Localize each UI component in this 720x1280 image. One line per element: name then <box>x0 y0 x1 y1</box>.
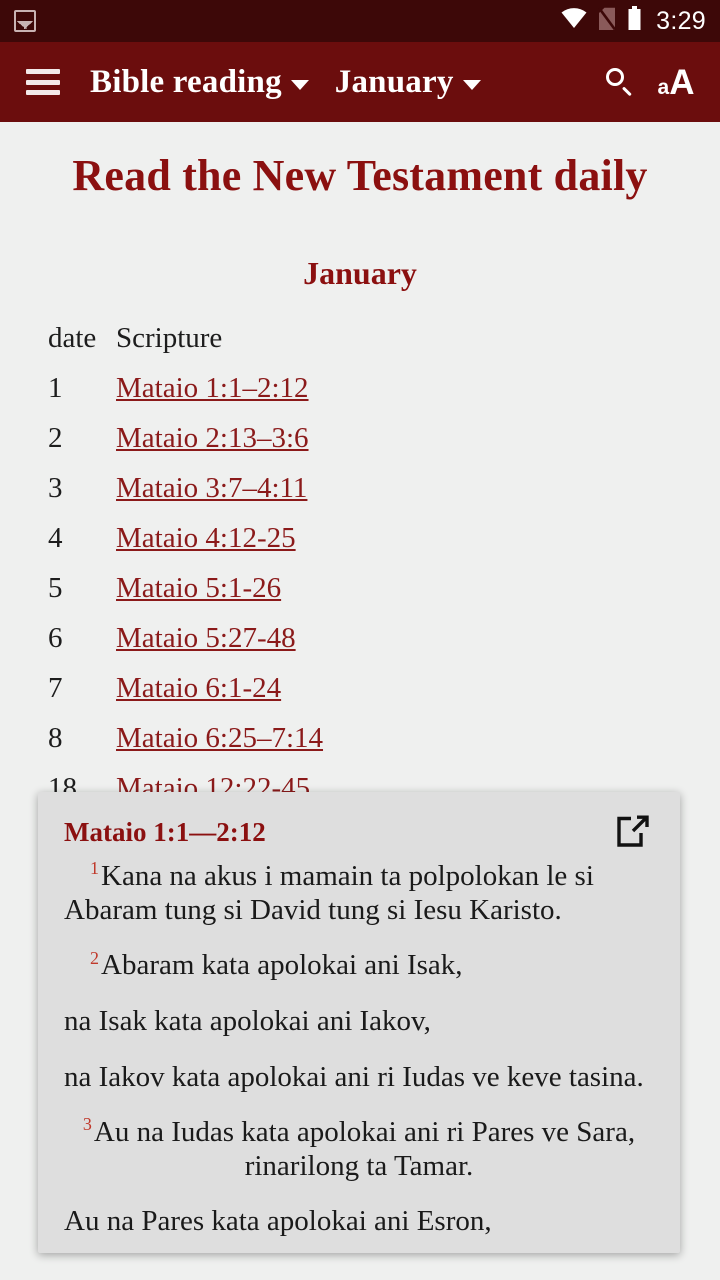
text-size-icon-large-a: A <box>669 62 695 102</box>
text-size-icon: aA <box>658 65 695 100</box>
row-date: 6 <box>48 622 63 655</box>
row-scripture-cell: Mataio 6:1-24 <box>116 664 720 714</box>
table-row: 5 Mataio 5:1-26 <box>0 564 720 614</box>
search-icon <box>605 67 635 97</box>
row-scripture-cell: Mataio 5:27-48 <box>116 614 720 664</box>
table-row: 6 Mataio 5:27-48 <box>0 614 720 664</box>
verse-paragraph: 2Abaram kata apolokai ani Isak, <box>64 949 654 983</box>
verse-number: 2 <box>90 947 99 968</box>
row-scripture-cell: Mataio 6:25–7:14 <box>116 714 720 764</box>
table-body: 1 Mataio 1:1–2:12 2 Mataio 2:13–3:6 3 Ma… <box>0 364 720 814</box>
column-header-date: date <box>48 322 97 355</box>
no-sim-icon <box>598 6 617 36</box>
table-row: 7 Mataio 6:1-24 <box>0 664 720 714</box>
verse-reference: Mataio 1:1—2:12 <box>64 817 266 847</box>
row-scripture-cell: Mataio 5:1-26 <box>116 564 720 614</box>
scripture-link[interactable]: Mataio 5:27-48 <box>116 622 296 654</box>
section-dropdown[interactable]: Bible reading <box>90 63 309 100</box>
verse-text: Au na Iudas kata apolokai ani ri Pares v… <box>93 1116 636 1182</box>
screenshot-image-icon <box>14 10 36 32</box>
scripture-link[interactable]: Mataio 5:1-26 <box>116 572 281 604</box>
row-scripture-cell: Mataio 2:13–3:6 <box>116 414 720 464</box>
page-title: Read the New Testament daily <box>72 151 648 200</box>
reading-schedule-table: date Scripture 1 Mataio 1:1–2:12 2 Matai… <box>0 314 720 814</box>
scripture-link[interactable]: Mataio 6:25–7:14 <box>116 722 323 754</box>
battery-icon <box>627 6 642 36</box>
row-date: 1 <box>48 372 63 405</box>
scripture-link[interactable]: Mataio 6:1-24 <box>116 672 281 704</box>
verse-text: na Isak kata apolokai ani Iakov, <box>64 1004 431 1037</box>
verse-paragraph: na Isak kata apolokai ani Iakov, <box>64 1005 654 1039</box>
row-date: 2 <box>48 422 63 455</box>
column-header-scripture: Scripture <box>116 322 223 355</box>
verse-text: na Iakov kata apolokai ani ri Iudas ve k… <box>64 1060 644 1093</box>
month-dropdown[interactable]: January <box>334 63 481 100</box>
row-scripture-cell: Mataio 1:1–2:12 <box>116 364 720 414</box>
text-size-icon-small-a: a <box>657 75 670 99</box>
search-button[interactable] <box>592 54 648 110</box>
verse-paragraph: 3Au na Iudas kata apolokai ani ri Pares … <box>64 1114 654 1183</box>
verse-paragraph: 1Kana na akus i mamain ta polpolokan le … <box>64 858 654 927</box>
verse-card-header: Mataio 1:1—2:12 <box>64 814 654 848</box>
row-date: 7 <box>48 672 63 705</box>
scripture-link[interactable]: Mataio 3:7–4:11 <box>116 472 307 504</box>
table-row: 4 Mataio 4:12-25 <box>0 514 720 564</box>
table-row: 1 Mataio 1:1–2:12 <box>0 364 720 414</box>
table-row: 3 Mataio 3:7–4:11 <box>0 464 720 514</box>
verse-paragraph: Au na Pares kata apolokai ani Esron, <box>64 1205 654 1239</box>
row-scripture-cell: Mataio 3:7–4:11 <box>116 464 720 514</box>
month-dropdown-label: January <box>334 63 454 100</box>
table-head: date Scripture <box>0 314 720 364</box>
open-in-new-icon[interactable] <box>616 814 650 848</box>
verse-number: 1 <box>90 858 99 879</box>
chevron-down-icon <box>462 79 481 90</box>
row-date: 5 <box>48 572 63 605</box>
scripture-link[interactable]: Mataio 1:1–2:12 <box>116 372 309 404</box>
verse-number: 3 <box>82 1114 92 1135</box>
hamburger-menu-icon[interactable] <box>26 69 60 95</box>
app-bar: Bible reading January aA <box>0 42 720 122</box>
row-date: 8 <box>48 722 63 755</box>
row-date: 3 <box>48 472 63 505</box>
verse-paragraph: na Iakov kata apolokai ani ri Iudas ve k… <box>64 1061 654 1095</box>
scripture-link[interactable]: Mataio 4:12-25 <box>116 522 296 554</box>
verse-body: 1Kana na akus i mamain ta polpolokan le … <box>64 858 654 1239</box>
table-row: 2 Mataio 2:13–3:6 <box>0 414 720 464</box>
status-bar-right: 3:29 <box>561 6 706 36</box>
scripture-link[interactable]: Mataio 2:13–3:6 <box>116 422 309 454</box>
wifi-icon <box>561 8 587 34</box>
verse-text: Abaram kata apolokai ani Isak, <box>101 949 463 982</box>
verse-text: Kana na akus i mamain ta polpolokan le s… <box>64 860 594 926</box>
chevron-down-icon <box>290 79 309 90</box>
verse-text: Au na Pares kata apolokai ani Esron, <box>64 1205 492 1238</box>
status-bar: 3:29 <box>0 0 720 42</box>
status-bar-clock: 3:29 <box>656 6 706 35</box>
section-dropdown-label: Bible reading <box>90 63 282 100</box>
text-size-button[interactable]: aA <box>648 54 704 110</box>
table-header-row: date Scripture <box>0 314 720 364</box>
verse-preview-card: Mataio 1:1—2:12 1Kana na akus i mamain t… <box>38 792 680 1253</box>
table-row: 8 Mataio 6:25–7:14 <box>0 714 720 764</box>
row-date: 4 <box>48 522 63 555</box>
status-bar-left <box>14 10 561 32</box>
row-scripture-cell: Mataio 4:12-25 <box>116 514 720 564</box>
month-heading: January <box>303 254 417 291</box>
